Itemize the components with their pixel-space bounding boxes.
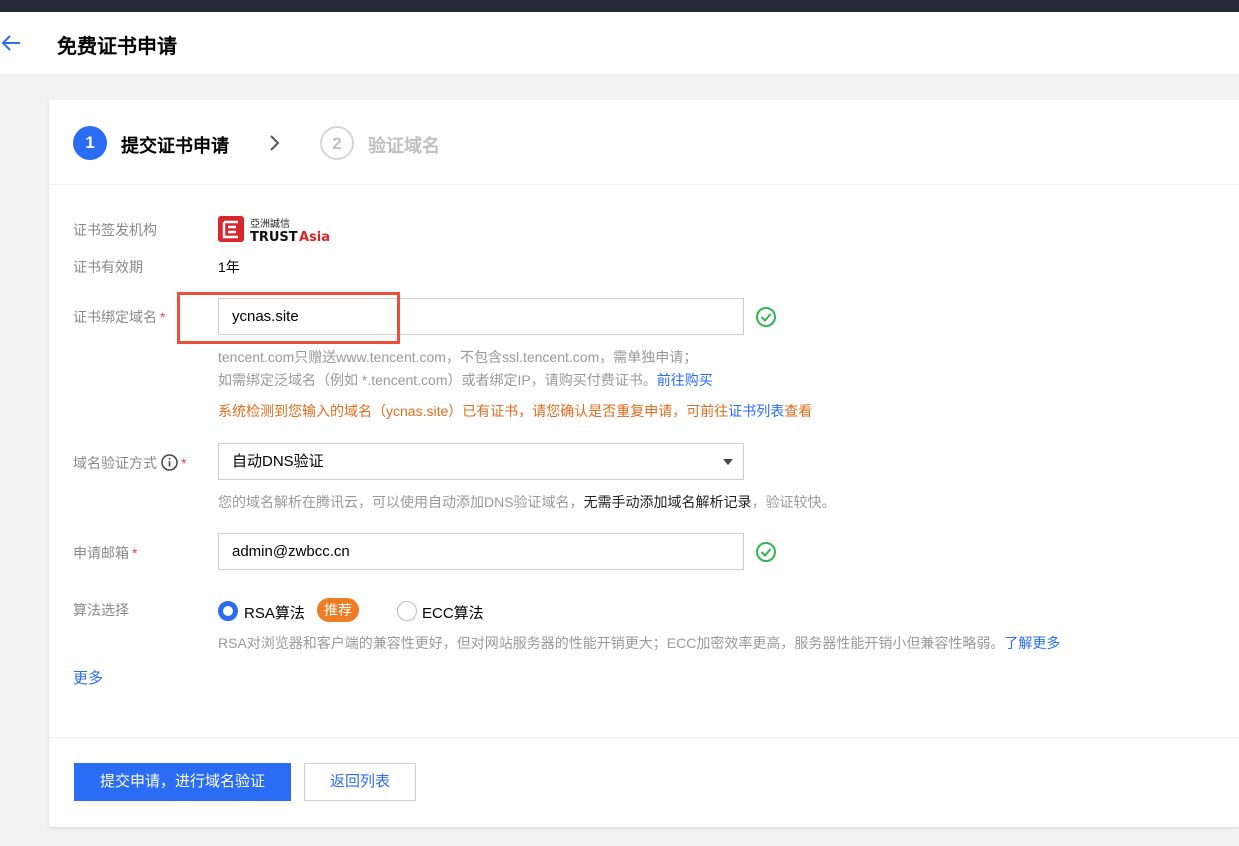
- back-arrow-icon[interactable]: [0, 32, 22, 54]
- verify-method-select[interactable]: 自动DNS验证: [218, 443, 744, 480]
- divider: [49, 184, 1239, 185]
- verify-method-label: 域名验证方式 *: [73, 454, 187, 471]
- domain-label: 证书绑定域名 *: [73, 309, 166, 325]
- chevron-right-icon: [265, 132, 285, 154]
- validity-label: 证书有效期: [73, 259, 143, 275]
- trustasia-logo: 亞洲誠信 TRUST Asia: [218, 214, 348, 245]
- rsa-label[interactable]: RSA算法: [244, 602, 305, 623]
- svg-text:亞洲誠信: 亞洲誠信: [250, 217, 290, 230]
- svg-text:Asia: Asia: [299, 230, 330, 244]
- cert-list-link[interactable]: 证书列表: [728, 403, 784, 419]
- submit-button[interactable]: 提交申请，进行域名验证: [74, 763, 291, 801]
- issuer-label: 证书签发机构: [73, 222, 157, 238]
- step-2-label: 验证域名: [368, 136, 440, 156]
- validity-value: 1年: [218, 259, 240, 275]
- dropdown-arrow-icon: [723, 459, 733, 465]
- email-label: 申请邮箱 *: [73, 545, 138, 561]
- form-card: 1 提交证书申请 2 验证域名 证书签发机构 亞洲誠信 TRUST Asia 证…: [49, 100, 1239, 827]
- highlight-box: [177, 292, 400, 344]
- page-title: 免费证书申请: [57, 36, 177, 58]
- top-bar: [0, 0, 1239, 12]
- svg-text:TRUST: TRUST: [250, 230, 298, 244]
- learn-more-link[interactable]: 了解更多: [1004, 635, 1060, 651]
- divider: [49, 737, 1239, 738]
- verify-method-hint: 您的域名解析在腾讯云，可以使用自动添加DNS验证域名，无需手动添加域名解析记录，…: [218, 494, 836, 510]
- domain-hint-2: 如需绑定泛域名（例如 *.tencent.com）或者绑定IP，请购买付费证书。…: [218, 372, 713, 388]
- check-circle-icon: [755, 541, 777, 563]
- algorithm-label: 算法选择: [73, 602, 129, 618]
- algorithm-hint: RSA对浏览器和客户端的兼容性更好，但对网站服务器的性能开销更大；ECC加密效率…: [218, 635, 1061, 651]
- back-to-list-button[interactable]: 返回列表: [304, 763, 416, 801]
- check-circle-icon: [755, 306, 777, 328]
- ecc-label[interactable]: ECC算法: [422, 602, 484, 623]
- email-input[interactable]: admin@zwbcc.cn: [218, 533, 744, 570]
- ecc-radio[interactable]: [397, 601, 417, 621]
- rsa-radio[interactable]: [218, 601, 238, 621]
- buy-link[interactable]: 前往购买: [657, 372, 713, 388]
- domain-hint-1: tencent.com只赠送www.tencent.com，不包含ssl.ten…: [218, 349, 698, 365]
- recommended-badge: 推荐: [317, 598, 359, 622]
- step-2-number: 2: [320, 126, 354, 160]
- step-1-number: 1: [73, 126, 107, 160]
- step-1-label: 提交证书申请: [121, 136, 229, 156]
- verify-method-value: 自动DNS验证: [232, 453, 324, 470]
- duplicate-warning: 系统检测到您输入的域名（ycnas.site）已有证书，请您确认是否重复申请，可…: [218, 403, 813, 419]
- more-link[interactable]: 更多: [73, 667, 103, 688]
- info-icon[interactable]: [161, 454, 178, 471]
- step-indicator: 1 提交证书申请 2 验证域名: [73, 126, 673, 162]
- page-header: 免费证书申请: [0, 12, 1239, 74]
